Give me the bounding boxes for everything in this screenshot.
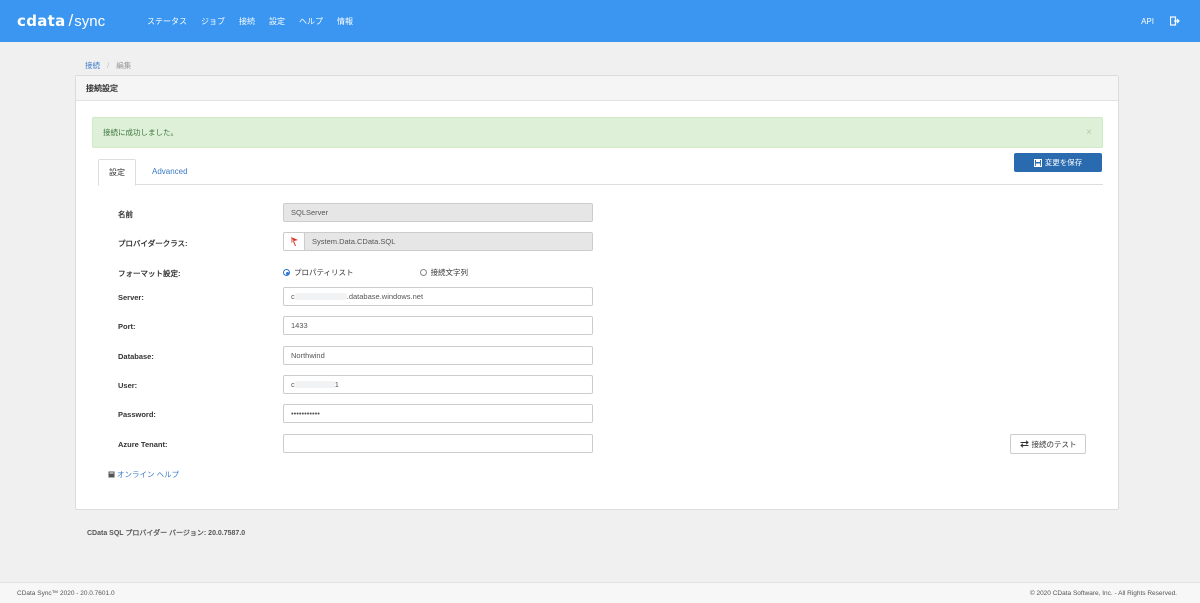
azure-tenant-field[interactable] — [283, 434, 593, 453]
format-label: フォーマット設定: — [118, 269, 181, 278]
nav-status[interactable]: ステータス — [147, 16, 187, 27]
radio-connection-string-dot[interactable] — [419, 269, 427, 276]
name-field: SQLServer — [283, 203, 593, 222]
provider-class-field: System.Data.CData.SQL — [304, 232, 593, 251]
azure-tenant-label: Azure Tenant: — [118, 440, 168, 449]
test-connection-label: 接続のテスト — [1031, 439, 1077, 449]
redacted-text — [294, 293, 347, 300]
radio-property-list[interactable]: プロパティリスト — [283, 267, 354, 278]
swap-icon — [1019, 440, 1029, 448]
port-label: Port: — [118, 322, 136, 331]
alert-message: 接続に成功しました。 — [103, 128, 178, 137]
user-label: User: — [118, 381, 138, 390]
nav-jobs[interactable]: ジョブ — [201, 16, 225, 27]
online-help-label: オンライン ヘルプ — [117, 470, 180, 479]
user-value-suffix: 1 — [334, 380, 339, 389]
main-nav: ステータス ジョブ 接続 設定 ヘルプ 情報 — [147, 16, 367, 27]
radio-connection-string[interactable]: 接続文字列 — [419, 267, 469, 278]
tab-advanced[interactable]: Advanced — [142, 159, 198, 185]
server-value-suffix: .database.windows.net — [346, 292, 424, 301]
footer-copyright: © 2020 CData Software, Inc. - All Rights… — [1029, 590, 1177, 597]
nav-settings[interactable]: 設定 — [269, 16, 285, 27]
top-nav: cdata / sync ステータス ジョブ 接続 設定 ヘルプ 情報 API — [0, 0, 1200, 42]
format-radio-group: プロパティリスト 接続文字列 — [283, 267, 468, 278]
name-label: 名前 — [118, 210, 133, 219]
provider-class-label: プロバイダークラス: — [118, 239, 188, 248]
test-connection-button[interactable]: 接続のテスト — [1010, 434, 1086, 454]
password-label: Password: — [118, 410, 156, 419]
port-field[interactable]: 1433 — [283, 316, 593, 335]
nav-info[interactable]: 情報 — [337, 16, 353, 27]
logo-brand: cdata — [17, 12, 66, 30]
nav-right: API — [1141, 0, 1180, 42]
logo-slash: / — [68, 11, 74, 30]
user-field[interactable]: c 1 — [283, 375, 593, 394]
provider-icon — [283, 232, 305, 251]
logo-product: sync — [74, 12, 106, 30]
database-field[interactable]: Northwind — [283, 346, 593, 365]
nav-help[interactable]: ヘルプ — [299, 16, 323, 27]
footer-version: CData Sync™ 2020 - 20.0.7601.0 — [17, 590, 115, 597]
success-alert: 接続に成功しました。 × — [92, 117, 1103, 148]
tab-settings[interactable]: 設定 — [98, 159, 136, 186]
panel-title: 接続設定 — [76, 76, 1118, 101]
redacted-text — [294, 381, 335, 388]
breadcrumb: 接続 / 編集 — [85, 60, 131, 71]
server-field[interactable]: c .database.windows.net — [283, 287, 593, 306]
nav-api[interactable]: API — [1141, 17, 1154, 26]
book-icon — [108, 471, 115, 478]
connection-settings-panel: 接続設定 接続に成功しました。 × 変更を保存 設定 Advanced 名前 S… — [75, 75, 1119, 510]
radio-connection-string-label: 接続文字列 — [430, 268, 469, 277]
radio-property-list-label: プロパティリスト — [294, 268, 354, 277]
server-label: Server: — [118, 293, 144, 302]
database-label: Database: — [118, 352, 154, 361]
tab-bar: 設定 Advanced — [98, 159, 1103, 186]
breadcrumb-connections[interactable]: 接続 — [85, 61, 100, 70]
online-help-link[interactable]: オンライン ヘルプ — [108, 469, 179, 480]
password-field[interactable]: ••••••••••• — [283, 404, 593, 423]
provider-version: CData SQL プロバイダー バージョン: 20.0.7587.0 — [87, 530, 246, 537]
logout-icon[interactable] — [1169, 16, 1180, 26]
alert-close-icon[interactable]: × — [1086, 127, 1092, 138]
cdata-sync-logo[interactable]: cdata / sync — [17, 0, 127, 42]
nav-connections[interactable]: 接続 — [239, 16, 255, 27]
breadcrumb-separator: / — [107, 61, 110, 70]
breadcrumb-current: 編集 — [116, 61, 132, 70]
radio-property-list-dot[interactable] — [283, 269, 290, 276]
footer: CData Sync™ 2020 - 20.0.7601.0 © 2020 CD… — [0, 582, 1200, 603]
